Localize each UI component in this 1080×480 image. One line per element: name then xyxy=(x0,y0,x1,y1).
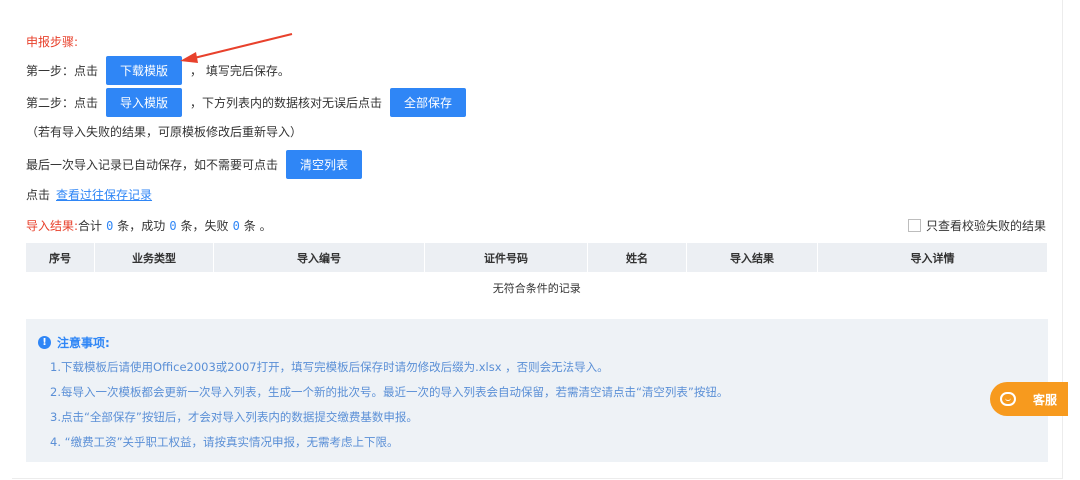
info-icon: ! xyxy=(38,336,51,349)
save-all-button[interactable]: 全部保存 xyxy=(390,88,467,117)
empty-message: 无符合条件的记录 xyxy=(492,282,581,295)
clear-list-button[interactable]: 清空列表 xyxy=(286,150,363,179)
history-prefix: 点击 xyxy=(26,188,51,202)
only-failed-label: 只查看校验失败的结果 xyxy=(926,219,1047,233)
checkbox-box[interactable] xyxy=(908,219,921,232)
chat-icon xyxy=(1000,392,1016,406)
note-item: 1.下载模板后请使用Office2003或2007打开，填写完模板后保存时请勿修… xyxy=(50,360,609,374)
note-item: 3.点击“全部保存”按钮后，才会对导入列表内的数据提交缴费基数申报。 xyxy=(50,410,418,424)
import-template-button[interactable]: 导入模版 xyxy=(106,88,183,117)
table-header-row: 序号 业务类型 导入编号 证件号码 姓名 导入结果 导入详情 xyxy=(26,243,1048,272)
column-header: 证件号码 xyxy=(424,243,588,272)
steps-title: 申报步骤: xyxy=(26,35,79,49)
notes-title: 注意事项: xyxy=(57,336,110,350)
step1-prefix: 第一步：点击 xyxy=(26,64,99,78)
history-link[interactable]: 查看过往保存记录 xyxy=(56,186,152,203)
column-header: 导入编号 xyxy=(213,243,425,272)
result-label: 导入结果: xyxy=(26,219,79,233)
note-item: 2.每导入一次模板都会更新一次导入列表，生成一个新的批次号。最近一次的导入列表会… xyxy=(50,385,729,399)
customer-service-label: 客服 xyxy=(1033,392,1058,407)
fail-unit: 条 。 xyxy=(243,219,272,233)
auto-save-text: 最后一次导入记录已自动保存，如不需要可点击 xyxy=(26,158,279,172)
step2-middle: ，下方列表内的数据核对无误后点击 xyxy=(190,96,383,110)
column-header: 导入详情 xyxy=(817,243,1048,272)
download-template-button[interactable]: 下载模版 xyxy=(106,56,183,85)
column-header: 业务类型 xyxy=(94,243,214,272)
retry-note: （若有导入失败的结果，可原模板修改后重新导入） xyxy=(26,125,303,139)
import-result-summary: 导入结果: 合计 0 条，成功 0 条，失败 0 条 。 xyxy=(26,217,272,234)
note-item: 4. “缴费工资”关乎职工权益，请按真实情况申报，无需考虑上下限。 xyxy=(50,435,399,449)
annotation-arrow-icon xyxy=(180,33,293,63)
step2-prefix: 第二步：点击 xyxy=(26,96,99,110)
table-empty-row: 无符合条件的记录 xyxy=(26,272,1048,304)
notes-box: ! 注意事项: 1.下载模板后请使用Office2003或2007打开，填写完模… xyxy=(26,319,1048,462)
success-count: 0 xyxy=(169,218,177,233)
column-header: 序号 xyxy=(26,243,95,272)
history-row: 点击 查看过往保存记录 xyxy=(26,186,152,203)
notes-header: ! 注意事项: xyxy=(38,334,110,351)
success-unit: 条，失败 xyxy=(180,219,229,233)
total-count: 0 xyxy=(106,218,114,233)
step2-row: 第二步：点击 导入模版 ，下方列表内的数据核对无误后点击 全部保存 xyxy=(26,88,467,117)
column-header: 姓名 xyxy=(587,243,687,272)
customer-service-button[interactable]: 客服 xyxy=(990,382,1068,416)
column-header: 导入结果 xyxy=(686,243,818,272)
only-failed-checkbox[interactable]: 只查看校验失败的结果 xyxy=(908,217,1046,234)
fail-count: 0 xyxy=(232,218,240,233)
total-unit: 条，成功 xyxy=(117,219,166,233)
auto-save-row: 最后一次导入记录已自动保存，如不需要可点击 清空列表 xyxy=(26,150,363,179)
total-text: 合计 xyxy=(78,219,103,233)
import-result-table: 序号 业务类型 导入编号 证件号码 姓名 导入结果 导入详情 无符合条件的记录 xyxy=(26,243,1048,304)
